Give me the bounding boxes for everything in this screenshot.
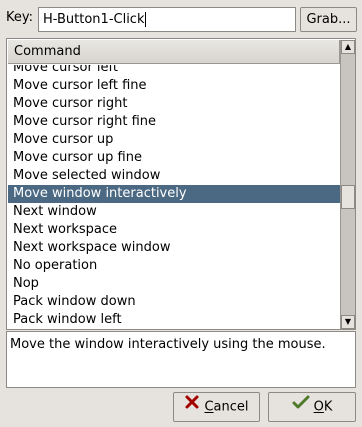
key-input[interactable]: H-Button1-Click — [38, 7, 296, 32]
description-text: Move the window interactively using the … — [10, 337, 326, 352]
list-item[interactable]: Move cursor left — [8, 65, 340, 77]
scroll-down-arrow-icon[interactable]: ▼ — [341, 315, 355, 329]
ok-label: K — [323, 399, 333, 415]
key-row: Key: H-Button1-Click Grab... — [0, 0, 362, 38]
list-item[interactable]: Next workspace — [8, 221, 340, 239]
list-item[interactable]: Move cursor left fine — [8, 77, 340, 95]
key-label: Key: — [6, 10, 34, 25]
list-item[interactable]: Move cursor right fine — [8, 113, 340, 131]
text-caret — [144, 12, 146, 27]
list-item[interactable]: Next window — [8, 203, 340, 221]
column-header-command[interactable]: Command — [8, 40, 340, 64]
command-list: Command Move cursor left Move cursor lef… — [6, 38, 356, 330]
command-rows[interactable]: Move cursor left Move cursor left fine M… — [8, 65, 340, 329]
grab-button[interactable]: Grab... — [300, 7, 357, 32]
scrollbar-thumb[interactable] — [341, 185, 355, 209]
scroll-up-arrow-icon[interactable]: ▲ — [341, 40, 355, 54]
list-item[interactable]: Pack window left — [8, 311, 340, 329]
ok-button[interactable]: OK — [268, 392, 356, 422]
list-item[interactable]: Move selected window — [8, 167, 340, 185]
cancel-x-icon — [184, 393, 200, 421]
cancel-button[interactable]: Cancel — [173, 392, 260, 422]
key-input-value: H-Button1-Click — [43, 12, 145, 27]
cancel-label: ancel — [213, 399, 249, 415]
list-item-selected[interactable]: Move window interactively — [8, 185, 340, 203]
ok-check-icon — [292, 393, 310, 421]
list-item[interactable]: Move cursor right — [8, 95, 340, 113]
list-item[interactable]: Move cursor up fine — [8, 149, 340, 167]
vertical-scrollbar[interactable]: ▲ ▼ — [340, 40, 355, 329]
command-description: Move the window interactively using the … — [6, 331, 356, 388]
list-item[interactable]: No operation — [8, 257, 340, 275]
cancel-mnemonic: C — [204, 399, 214, 415]
list-item[interactable]: Nop — [8, 275, 340, 293]
ok-mnemonic: O — [313, 399, 324, 415]
list-item[interactable]: Next workspace window — [8, 239, 340, 257]
list-item[interactable]: Pack window down — [8, 293, 340, 311]
list-item[interactable]: Move cursor up — [8, 131, 340, 149]
